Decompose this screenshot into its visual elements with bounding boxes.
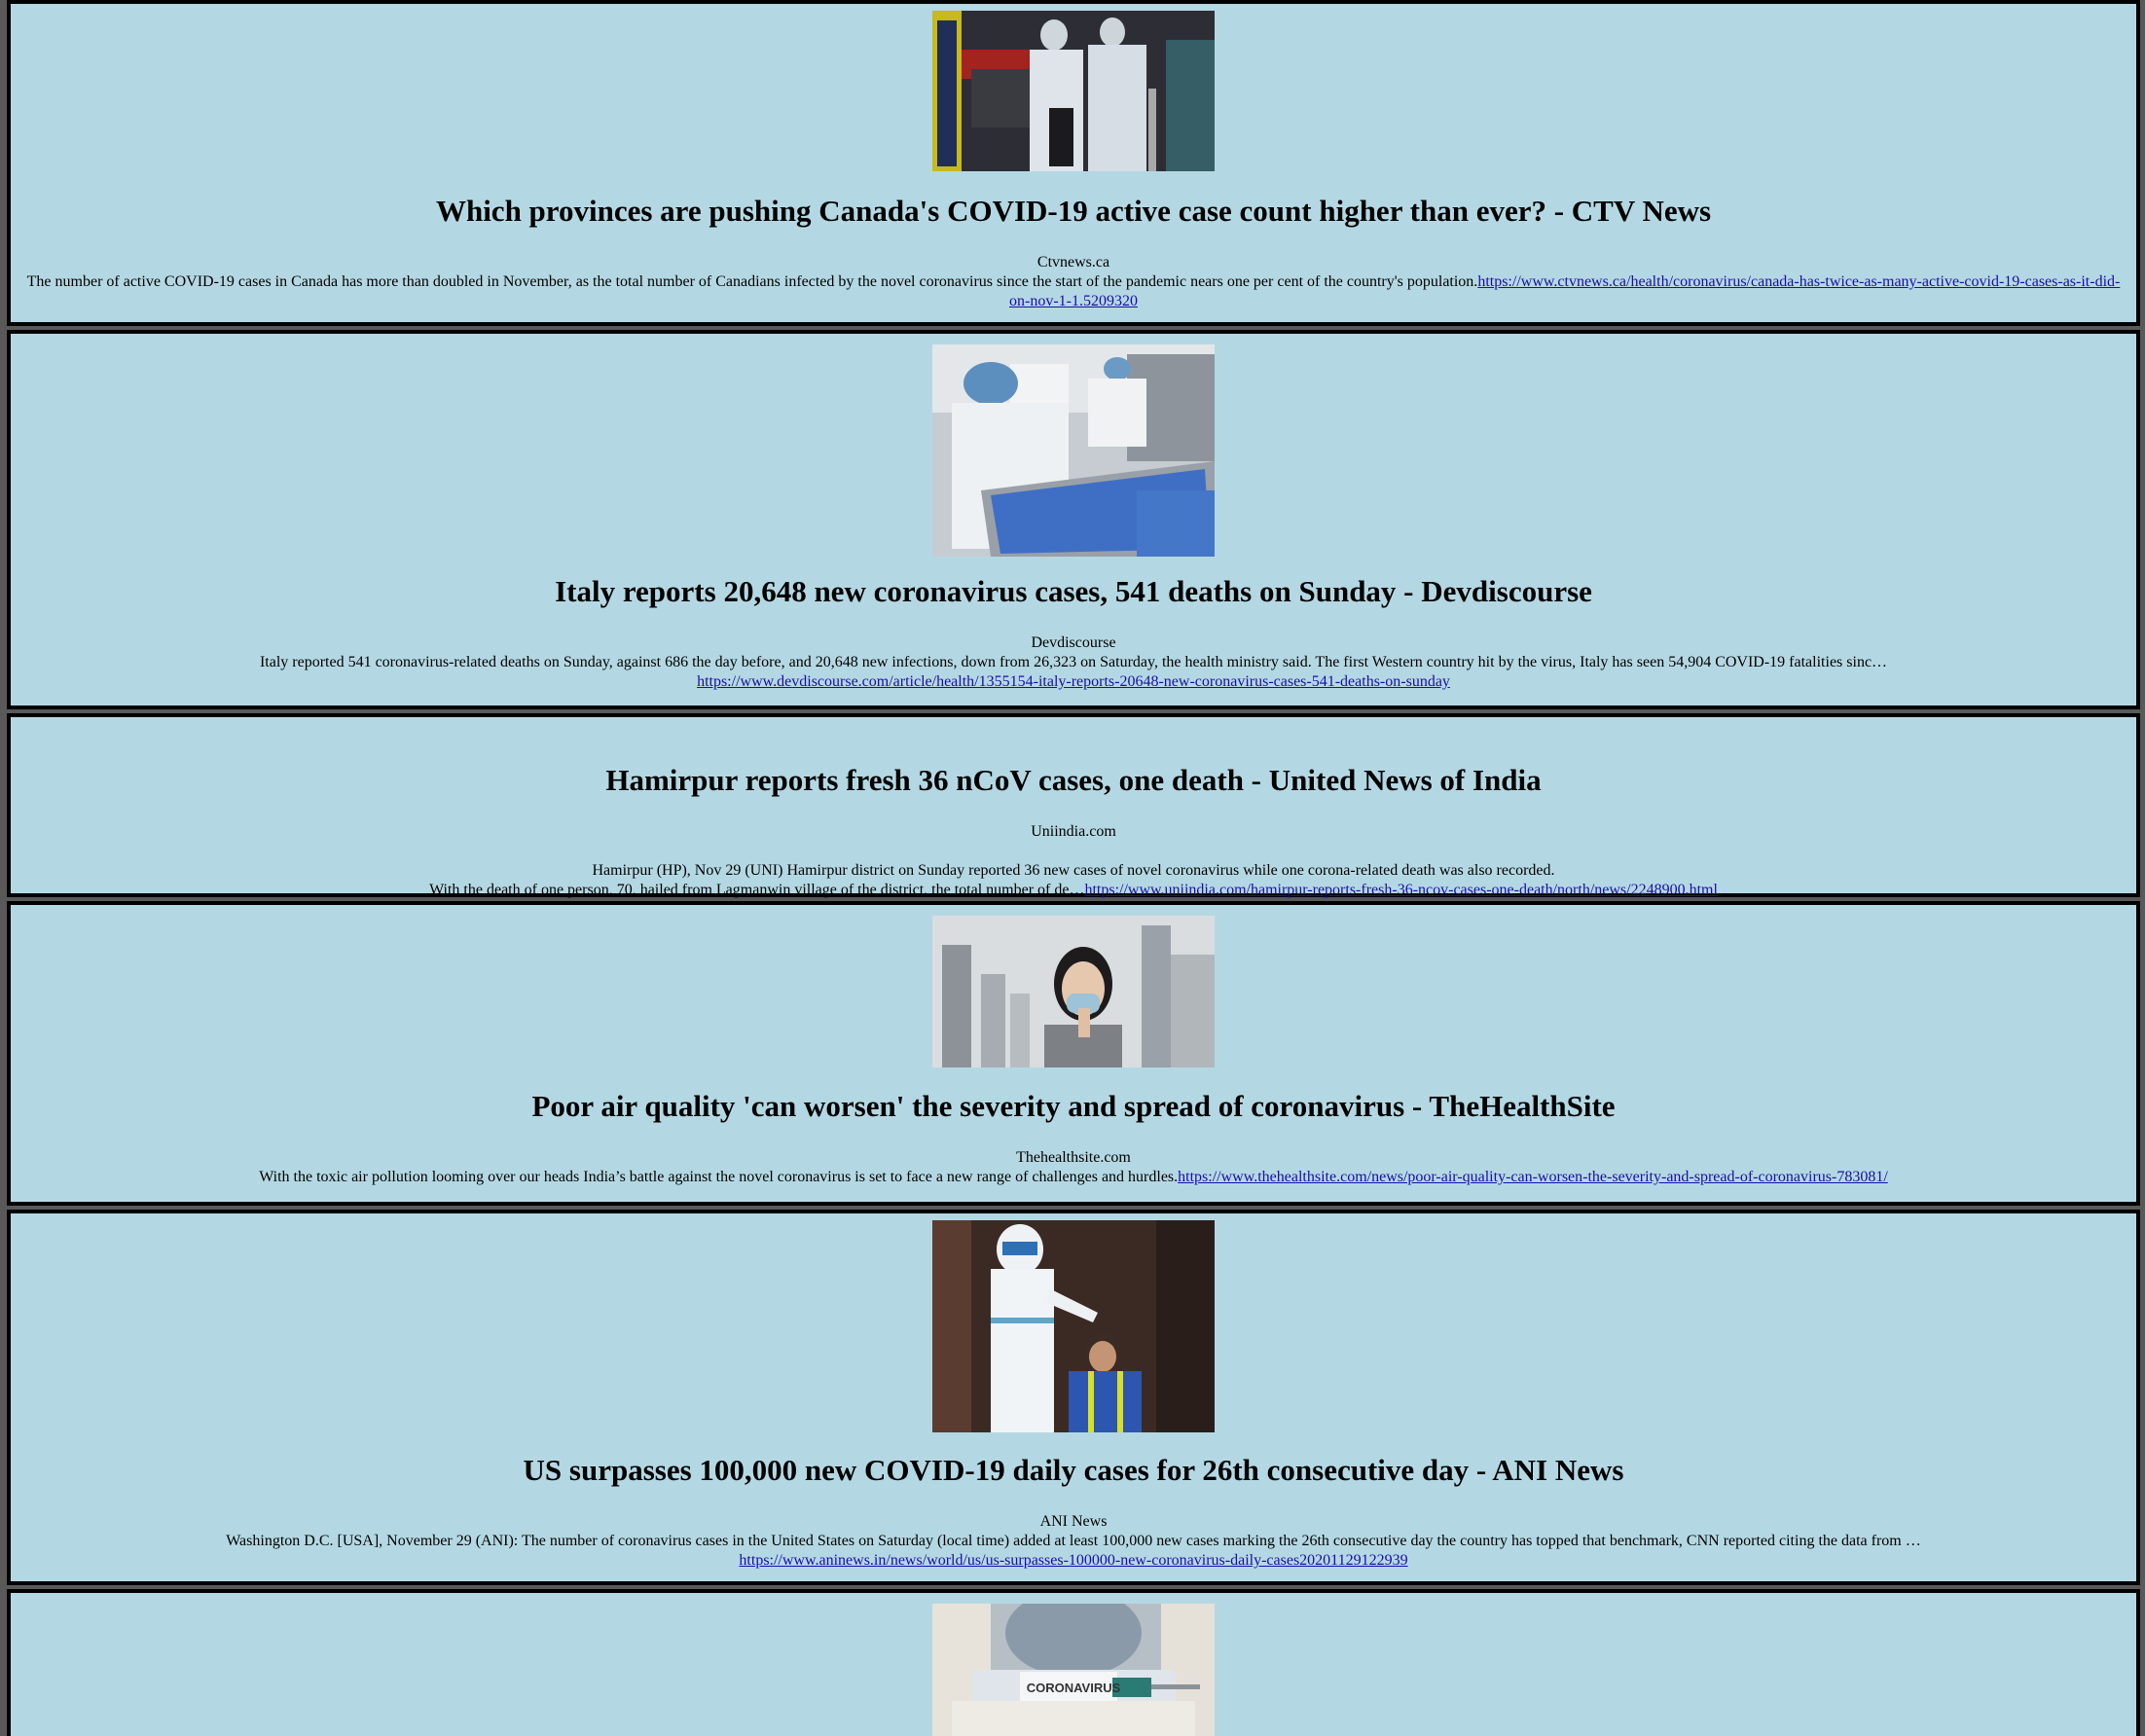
article-card: Which provinces are pushing Canada's COV… [7,0,2140,326]
article-title[interactable]: US surpasses 100,000 new COVID-19 daily … [11,1452,2136,1489]
article-source: Thehealthsite.com [1016,1149,1131,1166]
article-image: CORONAVIRUS [932,1604,1215,1736]
news-feed: Which provinces are pushing Canada's COV… [0,0,2145,1736]
article-description: Hamirpur (HP), Nov 29 (UNI) Hamirpur dis… [24,842,2123,900]
article-link[interactable]: https://www.thehealthsite.com/news/poor-… [1178,1169,1888,1185]
vaccine-label: CORONAVIRUS [1027,1681,1121,1695]
article-title[interactable]: Hamirpur reports fresh 36 nCoV cases, on… [11,762,2136,799]
article-card: US surpasses 100,000 new COVID-19 daily … [7,1210,2140,1585]
article-image [932,344,1215,557]
article-link[interactable]: https://www.devdiscourse.com/article/hea… [697,673,1450,690]
article-title[interactable]: Poor air quality 'can worsen' the severi… [11,1088,2136,1125]
article-description: With the toxic air pollution looming ove… [24,1168,2123,1187]
article-source: Devdiscourse [1031,634,1116,651]
article-source: Ctvnews.ca [1036,254,1110,271]
article-image [932,1220,1215,1432]
article-title[interactable]: Italy reports 20,648 new coronavirus cas… [11,573,2136,610]
description-text: With the toxic air pollution looming ove… [259,1169,1179,1185]
description-text: Italy reported 541 coronavirus-related d… [259,654,1888,670]
article-source: ANI News [1039,1513,1108,1530]
article-description: The number of active COVID-19 cases in C… [24,272,2123,311]
article-image [932,11,1215,171]
article-description: Washington D.C. [USA], November 29 (ANI)… [132,1532,2015,1571]
description-text: The number of active COVID-19 cases in C… [26,273,1478,290]
article-title[interactable]: Which provinces are pushing Canada's COV… [11,193,2136,230]
article-card: Poor air quality 'can worsen' the severi… [7,901,2140,1206]
article-description: Italy reported 541 coronavirus-related d… [186,653,1961,692]
article-image [932,916,1215,1067]
description-text: Washington D.C. [USA], November 29 (ANI)… [226,1533,1921,1549]
article-link[interactable]: https://www.uniindia.com/hamirpur-report… [1084,882,1717,898]
article-source: Uniindia.com [1031,823,1116,840]
article-card: Hamirpur reports fresh 36 nCoV cases, on… [7,713,2140,900]
article-link[interactable]: https://www.aninews.in/news/world/us/us-… [739,1552,1407,1569]
article-card: CORONAVIRUS [7,1589,2140,1736]
article-card: Italy reports 20,648 new coronavirus cas… [7,330,2140,709]
